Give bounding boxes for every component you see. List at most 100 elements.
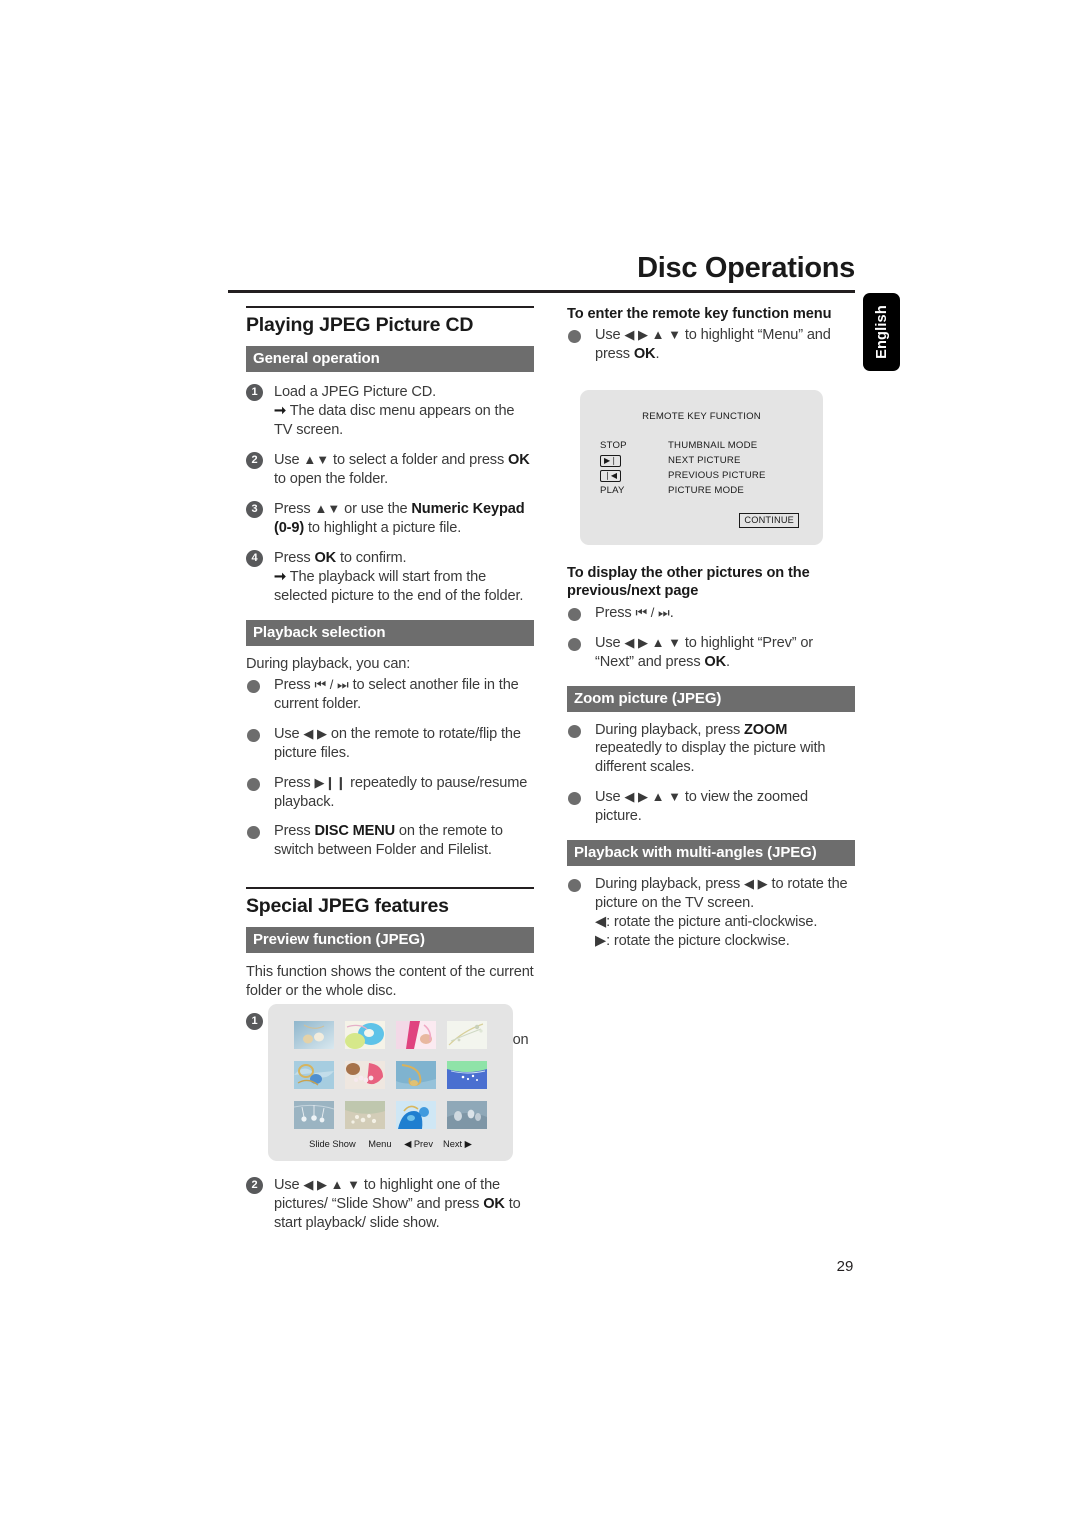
continue-button[interactable]: CONTINUE: [739, 513, 799, 528]
step-text-post: to highlight a picture file.: [304, 519, 462, 536]
remote-menu-row: PLAY PICTURE MODE: [600, 483, 766, 498]
prev-next-track-icon: ⏮ / ⏭: [314, 676, 349, 692]
key-label-zoom: ZOOM: [744, 721, 788, 738]
bullet-icon: [568, 329, 581, 343]
thumbnail-image: [447, 1061, 487, 1089]
thumbnail-image: [447, 1101, 487, 1129]
bullet-icon: [247, 679, 260, 693]
bullet-icon: [247, 777, 260, 791]
thumbnail-preview-nav: Slide Show Menu ◀ Prev Next ▶: [268, 1139, 513, 1150]
bullet-text-post: repeatedly to display the picture with d…: [595, 740, 826, 776]
menu-option[interactable]: Menu: [368, 1139, 391, 1149]
bullet-text-pre: Press: [274, 676, 315, 693]
remote-menu-row: STOP THUMBNAIL MODE: [600, 438, 766, 453]
bullet-text-pre: During playback, press: [595, 721, 745, 738]
step-text-post: to open the folder.: [274, 470, 388, 487]
list-item: Use ◀ ▶ ▲ ▼ to highlight “Prev” or “Next…: [567, 634, 855, 672]
left-column-continued: 2 Use ◀ ▶ ▲ ▼ to highlight one of the pi…: [246, 1176, 534, 1233]
key-label-ok: OK: [704, 653, 726, 670]
thumbnail-image: [345, 1061, 385, 1089]
subsection-bar-playback-selection: Playback selection: [246, 619, 534, 646]
bullet-icon: [568, 792, 581, 806]
list-item: 2 Use ◀ ▶ ▲ ▼ to highlight one of the pi…: [246, 1176, 534, 1233]
thumbnail-image: [345, 1101, 385, 1129]
subsection-bar-preview-function: Preview function (JPEG): [246, 927, 534, 954]
page-title: Disc Operations: [637, 252, 855, 284]
dpad-arrows-icon: ◀ ▶ ▲ ▼: [624, 634, 681, 650]
section-title-special-jpeg: Special JPEG features: [246, 887, 534, 920]
bullet-text-pre: Press: [274, 823, 315, 840]
list-item: During playback, press ◀ ▶ to rotate the…: [567, 875, 855, 951]
step-result: ➞ The data disc menu appears on the TV s…: [274, 402, 534, 440]
thumbnail-image: [396, 1061, 436, 1089]
arrow-icon: ➞: [274, 568, 287, 585]
right-column: To enter the remote key function menu Us…: [567, 306, 855, 364]
bullet-text-pre: Use: [595, 326, 625, 343]
bullet-text-pre: Use: [274, 725, 304, 742]
list-item: Press ⏮ / ⏭ to select another file in th…: [246, 676, 534, 714]
bullet-text-pre: During playback, press: [595, 876, 745, 893]
remote-menu-rows: STOP THUMBNAIL MODE ▶❘ NEXT PICTURE ❘◀ P…: [600, 438, 766, 498]
step-marker: 2: [246, 1177, 263, 1194]
dpad-arrows-icon: ◀ ▶ ▲ ▼: [624, 326, 681, 342]
subsection-bar-general-operation: General operation: [246, 346, 534, 372]
thumbnail-image: [447, 1021, 487, 1049]
updown-arrows-icon: ▲▼: [314, 500, 341, 516]
step-text-pre: Use: [274, 451, 304, 468]
thumbnail-image: [345, 1021, 385, 1049]
playback-intro: During playback, you can:: [246, 655, 411, 672]
next-option[interactable]: Next ▶: [443, 1139, 472, 1149]
prev-track-icon: ❘◀: [600, 469, 668, 482]
play-pause-icon: ▶❙❙: [314, 774, 347, 790]
bullet-icon: [568, 607, 581, 621]
thumbnail-image: [294, 1021, 334, 1049]
prev-next-track-icon: ⏮ / ⏭: [635, 604, 670, 620]
language-tab: English: [863, 293, 900, 371]
arrow-icon: ➞: [274, 402, 287, 419]
next-track-icon: ▶❘: [600, 454, 668, 467]
step-text-post: to confirm.: [336, 549, 407, 566]
remote-menu-row: ▶❘ NEXT PICTURE: [600, 453, 766, 468]
prev-option[interactable]: ◀ Prev: [404, 1139, 433, 1149]
list-item: During playback, press ZOOM repeatedly t…: [567, 721, 855, 778]
bullet-text-pre: Press: [274, 774, 315, 791]
subsection-bar-zoom-picture: Zoom picture (JPEG): [567, 685, 855, 712]
step-result: ➞ The playback will start from the selec…: [274, 568, 534, 606]
list-item: 2 Use ▲▼ to select a folder and press OK…: [246, 451, 534, 489]
leftright-arrows-icon: ◀ ▶: [303, 725, 328, 741]
language-tab-label: English: [873, 305, 890, 359]
remote-action-picture-mode: PICTURE MODE: [668, 485, 744, 496]
step-text-mid: to select a folder and press: [329, 451, 508, 468]
list-item: 4 Press OK to confirm. ➞ The playback wi…: [246, 549, 534, 606]
rotate-ccw-note: ◀: rotate the picture anti-clockwise.: [595, 914, 818, 931]
updown-arrows-icon: ▲▼: [303, 451, 330, 467]
dpad-arrows-icon: ◀ ▶ ▲ ▼: [303, 1177, 360, 1192]
step-marker: 2: [246, 451, 263, 469]
list-item: 3 Press ▲▼ or use the Numeric Keypad (0-…: [246, 500, 534, 538]
step-text-pre: Press: [274, 549, 315, 566]
list-item: Use ◀ ▶ on the remote to rotate/flip the…: [246, 725, 534, 763]
key-label-ok: OK: [483, 1195, 505, 1212]
list-item: Press ▶❙❙ repeatedly to pause/resume pla…: [246, 774, 534, 812]
list-item: Press DISC MENU on the remote to switch …: [246, 822, 534, 860]
page-number: 29: [836, 1258, 854, 1275]
thumbnail-image: [396, 1101, 436, 1129]
subhead-other-pictures: To display the other pictures on the pre…: [567, 565, 810, 599]
preview-intro: This function shows the content of the c…: [246, 964, 534, 1000]
next-track-key-glyph: ▶❘: [600, 454, 622, 467]
thumbnail-image: [396, 1021, 436, 1049]
right-column-continued: To display the other pictures on the pre…: [567, 565, 855, 951]
bullet-text-post: .: [669, 604, 674, 621]
remote-menu-row: ❘◀ PREVIOUS PICTURE: [600, 468, 766, 483]
bullet-text-post: .: [655, 345, 660, 362]
slide-show-option[interactable]: Slide Show: [309, 1139, 356, 1149]
header-divider: [228, 290, 855, 293]
left-column: Playing JPEG Picture CD General operatio…: [246, 306, 534, 1069]
step-marker: 1: [246, 1013, 263, 1031]
step-marker: 1: [246, 384, 263, 401]
remote-action-next-picture: NEXT PICTURE: [668, 455, 741, 466]
step-text: Load a JPEG Picture CD.: [274, 384, 437, 400]
key-label-ok: OK: [314, 549, 337, 566]
bullet-icon: [247, 826, 260, 840]
step-text-mid: or use the: [340, 500, 412, 517]
